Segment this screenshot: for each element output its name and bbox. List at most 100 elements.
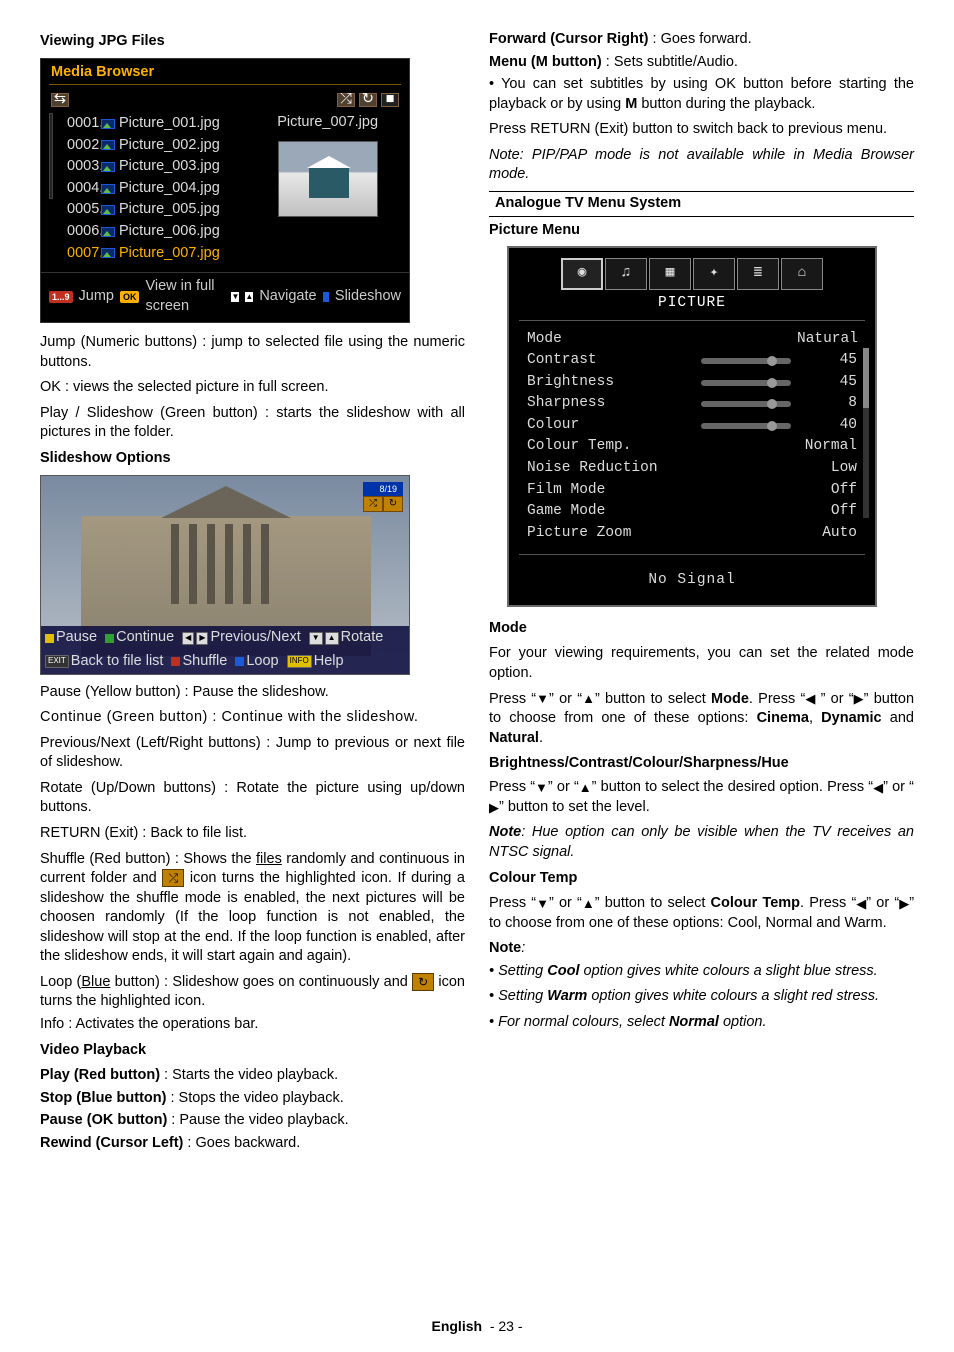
left-icon: ◀ — [856, 897, 866, 910]
rotate-desc: Rotate (Up/Down buttons) : Rotate the pi… — [40, 779, 465, 818]
slider — [701, 380, 791, 386]
picture-setting-row: Film ModeOff — [527, 480, 857, 502]
list-item: 0004.Picture_004.jpg — [67, 178, 246, 200]
red-button-icon — [171, 657, 180, 666]
up-icon: ▲ — [582, 692, 595, 705]
picture-setting-row: Brightness45 — [527, 372, 857, 394]
shuffle-icon: ⤮ — [337, 93, 355, 107]
subtitle-note: • You can set subtitles by using OK butt… — [489, 75, 914, 114]
list-tab-icon: ≣ — [737, 258, 779, 290]
picture-setting-row: Contrast45 — [527, 350, 857, 372]
prevnext-desc: Previous/Next (Left/Right buttons) : Jum… — [40, 734, 465, 773]
stop-icon: ■ — [381, 93, 399, 107]
mode-instructions: Press “▼” or “▲” button to select Mode. … — [489, 690, 914, 749]
return-desc: RETURN (Exit) : Back to file list. — [40, 824, 465, 844]
loop-icon: ↻ — [359, 93, 377, 107]
install-tab-icon: ✦ — [693, 258, 735, 290]
image-icon — [101, 119, 115, 129]
bcch-instructions: Press “▼” or “▲” button to select the de… — [489, 778, 914, 817]
heading-bcch: Brightness/Contrast/Colour/Sharpness/Hue — [489, 754, 914, 772]
media-browser-footer: 1...9Jump OKView in full screen ▼▲Naviga… — [41, 272, 409, 322]
colour-temp-instructions: Press “▼” or “▲” button to select Colour… — [489, 894, 914, 933]
up-icon: ▲ — [245, 292, 253, 302]
picture-setting-row: Sharpness8 — [527, 393, 857, 415]
file-list: 0001.Picture_001.jpg 0002.Picture_002.jp… — [67, 113, 246, 264]
picture-label: PICTURE — [509, 294, 875, 314]
list-item: 0003.Picture_003.jpg — [67, 156, 246, 178]
image-icon — [101, 248, 115, 258]
info-desc: Info : Activates the operations bar. — [40, 1015, 465, 1035]
heading-mode: Mode — [489, 619, 914, 639]
picture-menu-screenshot: ◉ ♫ ▦ ✦ ≣ ⌂ PICTURE ModeNaturalContrast4… — [507, 246, 877, 607]
counter-badge: 8/19 — [363, 482, 403, 496]
up-icon: ▲ — [582, 897, 595, 910]
down-icon: ▼ — [535, 781, 548, 794]
left-column: Viewing JPG Files Media Browser ⇆ ⤮ ↻ ■ … — [40, 30, 465, 1156]
image-icon — [101, 140, 115, 150]
right-icon: ▶ — [489, 801, 499, 814]
image-icon — [101, 184, 115, 194]
shuffle-icon: ⤮ — [363, 496, 383, 512]
picture-setting-row: Noise ReductionLow — [527, 458, 857, 480]
menu-tabs: ◉ ♫ ▦ ✦ ≣ ⌂ — [509, 248, 875, 292]
list-item: 0002.Picture_002.jpg — [67, 135, 246, 157]
media-browser-title: Media Browser — [41, 59, 409, 85]
page-footer: English - 23 - — [0, 1318, 954, 1334]
image-icon — [101, 205, 115, 215]
right-icon: ▶ — [196, 632, 208, 645]
up-icon: ▲ — [325, 632, 339, 645]
right-icon: ▶ — [899, 897, 909, 910]
right-icon: ▶ — [854, 692, 864, 705]
picture-setting-row: Colour40 — [527, 415, 857, 437]
scrollbar — [863, 348, 869, 518]
down-icon: ▼ — [536, 692, 549, 705]
source-tab-icon: ⌂ — [781, 258, 823, 290]
heading-viewing-jpg: Viewing JPG Files — [40, 32, 465, 52]
usb-icon: ⇆ — [51, 93, 69, 107]
list-item: 0005.Picture_005.jpg — [67, 199, 246, 221]
sound-tab-icon: ♫ — [605, 258, 647, 290]
list-item-selected: 0007.Picture_007.jpg — [67, 243, 246, 265]
heading-colour-temp: Colour Temp — [489, 869, 914, 889]
right-column: Forward (Cursor Right) : Goes forward. M… — [489, 30, 914, 1156]
left-icon: ◀ — [805, 692, 815, 705]
up-icon: ▲ — [579, 781, 592, 794]
picture-setting-row: Colour Temp.Normal — [527, 436, 857, 458]
blue-button-icon — [235, 657, 244, 666]
preview-pane: Picture_007.jpg — [254, 113, 401, 264]
scrollbar — [49, 113, 53, 199]
left-icon: ◀ — [182, 632, 194, 645]
preview-image — [278, 141, 378, 217]
operations-bar: Pause Continue ◀▶Previous/Next ▼▲Rotate … — [41, 626, 409, 673]
pip-note: Note: PIP/PAP mode is not available whil… — [489, 146, 914, 185]
continue-desc: Continue (Green button) : Continue with … — [40, 708, 465, 728]
down-icon: ▼ — [231, 292, 239, 302]
picture-tab-icon: ◉ — [561, 258, 603, 290]
shuffle-desc: Shuffle (Red button) : Shows the files r… — [40, 850, 465, 967]
picture-settings-list: ModeNaturalContrast45Brightness45Sharpne… — [509, 329, 875, 555]
exit-button: EXIT — [45, 655, 69, 668]
down-icon: ▼ — [309, 632, 323, 645]
media-browser-screenshot: Media Browser ⇆ ⤮ ↻ ■ 0001.Picture_001.j… — [40, 58, 410, 324]
image-icon — [101, 162, 115, 172]
heading-slideshow-options: Slideshow Options — [40, 449, 465, 469]
left-icon: ◀ — [873, 781, 883, 794]
picture-setting-row: ModeNatural — [527, 329, 857, 351]
slider — [701, 423, 791, 429]
image-icon — [101, 227, 115, 237]
play-desc: Play / Slideshow (Green button) : starts… — [40, 404, 465, 443]
heading-video-playback: Video Playback — [40, 1041, 465, 1061]
pause-desc: Pause (Yellow button) : Pause the slides… — [40, 683, 465, 703]
down-icon: ▼ — [536, 897, 549, 910]
picture-setting-row: Game ModeOff — [527, 501, 857, 523]
hue-note: Note: Hue option can only be visible whe… — [489, 823, 914, 862]
slideshow-screenshot: 8/19 ⤮↻ Pause Continue ◀▶Previous/Next ▼… — [40, 475, 410, 675]
no-signal-text: No Signal — [509, 563, 875, 605]
loop-icon: ↻ — [412, 973, 434, 991]
list-item: 0006.Picture_006.jpg — [67, 221, 246, 243]
picture-setting-row: Picture ZoomAuto — [527, 523, 857, 545]
heading-analogue-tv: Analogue TV Menu System — [489, 191, 914, 217]
ok-desc: OK : views the selected picture in full … — [40, 378, 465, 398]
slider — [701, 401, 791, 407]
feature-tab-icon: ▦ — [649, 258, 691, 290]
